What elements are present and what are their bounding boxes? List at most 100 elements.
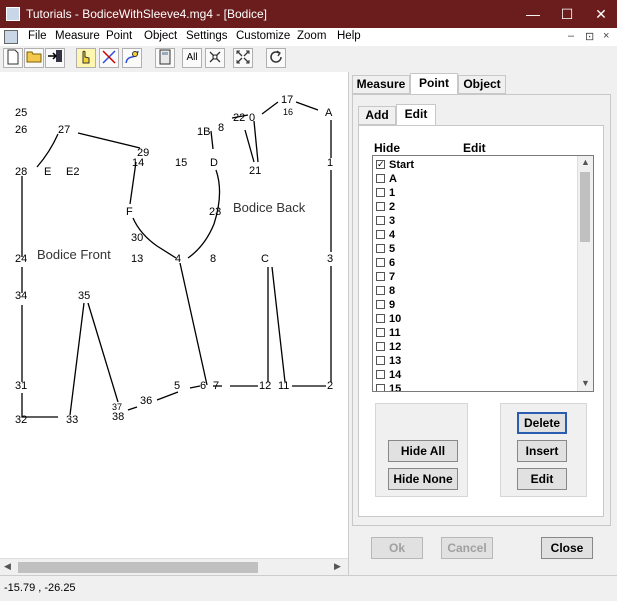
point-label[interactable]: 28 — [15, 166, 27, 178]
menu-help[interactable]: Help — [337, 30, 361, 42]
point-label[interactable]: 38 — [112, 411, 124, 423]
point-label[interactable]: 33 — [66, 414, 78, 426]
menu-point[interactable]: Point — [106, 30, 132, 42]
list-item[interactable]: 13 — [373, 354, 573, 368]
point-label[interactable]: 7 — [213, 380, 219, 392]
point-label[interactable]: 30 — [131, 232, 143, 244]
tab-measure[interactable]: Measure — [352, 75, 410, 94]
menu-object[interactable]: Object — [144, 30, 177, 42]
hide-checkbox[interactable]: ✓ — [376, 160, 385, 169]
point-label[interactable]: 22 — [233, 112, 245, 124]
zoom-fit-icon[interactable] — [205, 48, 225, 68]
point-label[interactable]: 15 — [175, 157, 187, 169]
menu-customize[interactable]: Customize — [236, 30, 290, 42]
point-label[interactable]: 3 — [327, 253, 333, 265]
mdi-close-button[interactable]: × — [603, 30, 609, 42]
tab-point[interactable]: Point — [410, 73, 458, 95]
list-item[interactable]: 15 — [373, 382, 573, 391]
hide-checkbox[interactable] — [376, 244, 385, 253]
hide-checkbox[interactable] — [376, 384, 385, 391]
hide-checkbox[interactable] — [376, 300, 385, 309]
point-label[interactable]: 8 — [218, 122, 224, 134]
list-item[interactable]: 8 — [373, 284, 573, 298]
list-item[interactable]: 12 — [373, 340, 573, 354]
list-item[interactable]: 5 — [373, 242, 573, 256]
point-label[interactable]: 26 — [15, 124, 27, 136]
point-label[interactable]: A — [325, 107, 332, 119]
hide-checkbox[interactable] — [376, 286, 385, 295]
scroll-left-icon[interactable]: ◀ — [4, 561, 11, 572]
list-item[interactable]: A — [373, 172, 573, 186]
new-icon[interactable] — [3, 48, 23, 68]
delete-button[interactable]: Delete — [517, 412, 567, 434]
list-item[interactable]: 14 — [373, 368, 573, 382]
list-item[interactable]: 3 — [373, 214, 573, 228]
list-item[interactable]: ✓ Start — [373, 158, 573, 172]
hide-checkbox[interactable] — [376, 188, 385, 197]
point-label[interactable]: E — [44, 166, 51, 178]
horizontal-scrollbar[interactable]: ◀ ▶ — [0, 558, 348, 576]
close-window-button[interactable]: ✕ — [584, 0, 617, 28]
point-label[interactable]: 2 — [327, 380, 333, 392]
hide-checkbox[interactable] — [376, 216, 385, 225]
point-label[interactable]: 12 — [259, 380, 271, 392]
point-label[interactable]: 27 — [58, 124, 70, 136]
hide-checkbox[interactable] — [376, 356, 385, 365]
pattern-canvas[interactable]: Bodice Front Bodice Back 25 26 27 28 E E… — [0, 72, 348, 558]
hide-checkbox[interactable] — [376, 314, 385, 323]
point-label[interactable]: D — [210, 157, 218, 169]
export-icon[interactable] — [45, 48, 65, 68]
line-tool-icon[interactable] — [99, 48, 119, 68]
point-label[interactable]: 0 — [249, 112, 255, 124]
tab-object[interactable]: Object — [458, 75, 506, 94]
insert-button[interactable]: Insert — [517, 440, 567, 462]
list-scrollbar[interactable]: ▲ ▼ — [577, 156, 593, 391]
hide-checkbox[interactable] — [376, 272, 385, 281]
point-label[interactable]: 36 — [140, 395, 152, 407]
point-label[interactable]: 31 — [15, 380, 27, 392]
minimize-button[interactable]: — — [516, 0, 550, 28]
menu-file[interactable]: File — [28, 30, 47, 42]
zoom-extent-icon[interactable] — [233, 48, 253, 68]
curve-tool-icon[interactable] — [122, 48, 142, 68]
document-icon[interactable] — [4, 30, 18, 44]
close-button[interactable]: Close — [541, 537, 593, 559]
list-item[interactable]: 4 — [373, 228, 573, 242]
mdi-minimize-button[interactable]: – — [568, 30, 574, 42]
point-label[interactable]: 11 — [278, 380, 289, 392]
hide-checkbox[interactable] — [376, 342, 385, 351]
show-all-button[interactable]: All — [182, 48, 202, 68]
scrollbar-thumb[interactable] — [18, 562, 258, 573]
cancel-button[interactable]: Cancel — [441, 537, 493, 559]
subtab-add[interactable]: Add — [358, 106, 396, 125]
open-icon[interactable] — [24, 48, 44, 68]
point-label[interactable]: 32 — [15, 414, 27, 426]
calculator-icon[interactable] — [155, 48, 175, 68]
point-label[interactable]: 34 — [15, 290, 27, 302]
point-label[interactable]: 16 — [283, 107, 293, 117]
title-bar[interactable]: Tutorials - BodiceWithSleeve4.mg4 - [Bod… — [0, 0, 617, 28]
hide-all-button[interactable]: Hide All — [388, 440, 458, 462]
point-label[interactable]: 4 — [175, 253, 181, 265]
hide-checkbox[interactable] — [376, 370, 385, 379]
point-label[interactable]: 24 — [15, 253, 27, 265]
scroll-up-icon[interactable]: ▲ — [581, 157, 590, 167]
point-label[interactable]: 8 — [210, 253, 216, 265]
point-label[interactable]: 6 — [200, 380, 206, 392]
hide-checkbox[interactable] — [376, 174, 385, 183]
scroll-right-icon[interactable]: ▶ — [334, 561, 341, 572]
list-scrollbar-thumb[interactable] — [580, 172, 590, 242]
menu-settings[interactable]: Settings — [186, 30, 228, 42]
point-label[interactable]: F — [126, 206, 133, 218]
maximize-button[interactable]: ☐ — [550, 0, 584, 28]
point-label[interactable]: 14 — [132, 157, 144, 169]
menu-zoom[interactable]: Zoom — [297, 30, 326, 42]
point-label[interactable]: 13 — [131, 253, 143, 265]
list-item[interactable]: 10 — [373, 312, 573, 326]
list-item[interactable]: 9 — [373, 298, 573, 312]
point-label[interactable]: 21 — [249, 165, 261, 177]
menu-measure[interactable]: Measure — [55, 30, 100, 42]
ok-button[interactable]: Ok — [371, 537, 423, 559]
hide-checkbox[interactable] — [376, 258, 385, 267]
hide-none-button[interactable]: Hide None — [388, 468, 458, 490]
